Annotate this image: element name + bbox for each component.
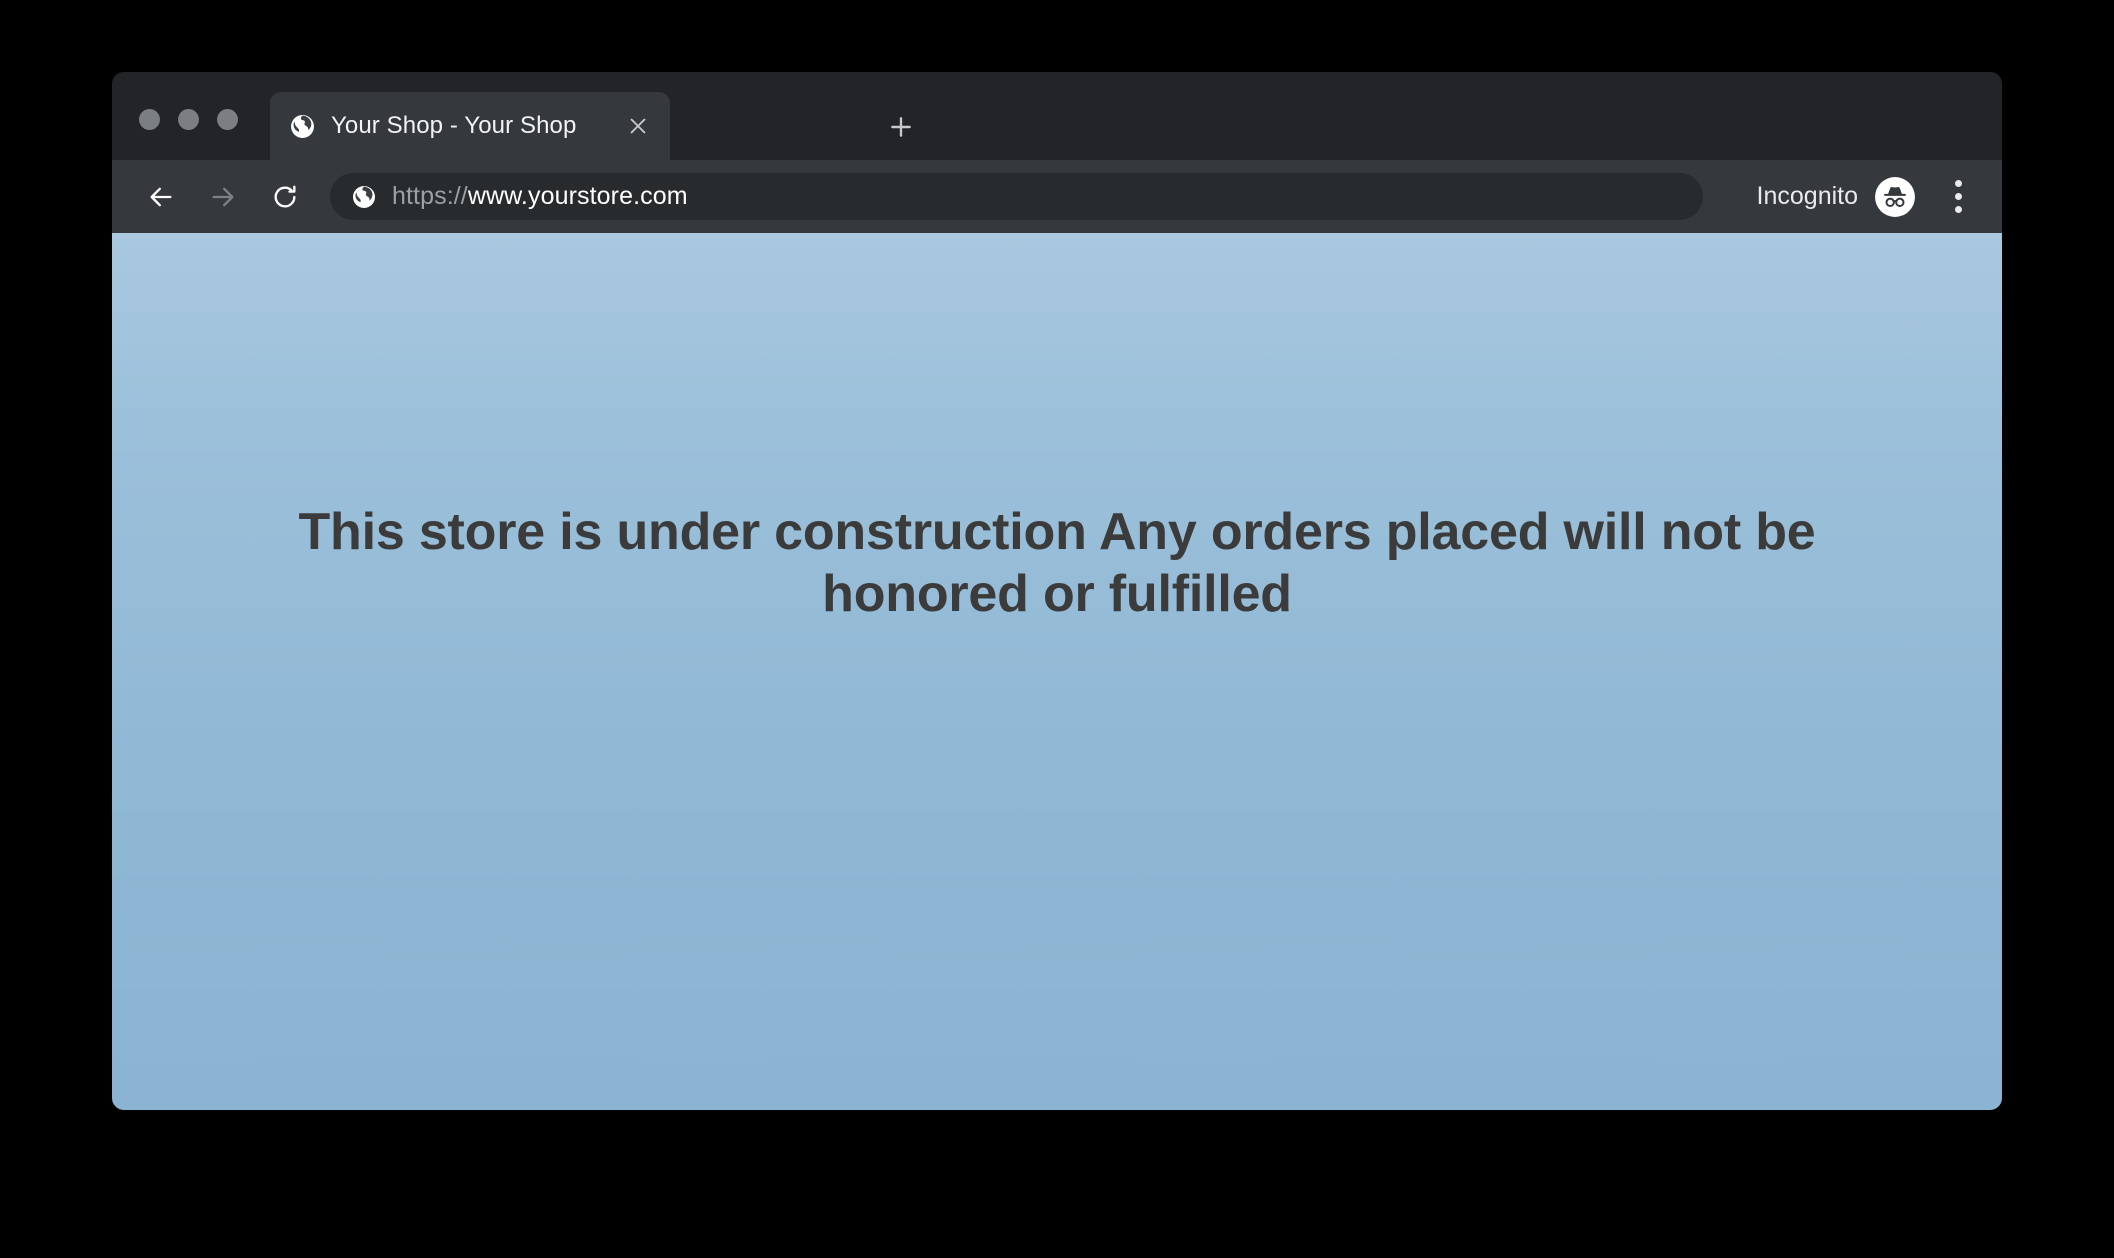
incognito-label: Incognito <box>1756 182 1858 210</box>
menu-dot <box>1954 206 1962 213</box>
forward-button[interactable] <box>200 174 246 220</box>
address-bar[interactable]: https://www.yourstore.com <box>330 173 1703 220</box>
back-button[interactable] <box>138 174 184 220</box>
close-icon <box>630 118 646 134</box>
menu-dot <box>1954 193 1962 200</box>
new-tab-button[interactable] <box>880 106 922 148</box>
browser-tab-active[interactable]: Your Shop - Your Shop <box>270 92 670 160</box>
arrow-right-icon <box>212 187 234 206</box>
window-zoom-button[interactable] <box>217 109 238 130</box>
page-viewport: This store is under construction Any ord… <box>112 233 2002 1110</box>
menu-dot <box>1954 180 1962 187</box>
traffic-lights <box>139 109 238 130</box>
incognito-icon[interactable] <box>1874 176 1916 218</box>
tab-title: Your Shop - Your Shop <box>331 112 577 139</box>
window-close-button[interactable] <box>139 109 160 130</box>
browser-window: Your Shop - Your Shop https://www.yourst… <box>112 72 2002 1110</box>
reload-icon <box>274 185 296 207</box>
toolbar-right-cluster: Incognito <box>1757 160 1980 233</box>
browser-toolbar: https://www.yourstore.com Incognito <box>112 160 2002 233</box>
tab-close-icon[interactable] <box>618 106 658 146</box>
tab-strip: Your Shop - Your Shop <box>112 72 2002 160</box>
globe-icon <box>291 114 314 138</box>
browser-menu-button[interactable] <box>1936 175 1980 219</box>
url-scheme: https:// <box>392 182 468 210</box>
address-bar-text: https://www.yourstore.com <box>392 182 688 211</box>
globe-icon <box>353 185 375 208</box>
reload-button[interactable] <box>262 174 308 220</box>
window-minimize-button[interactable] <box>178 109 199 130</box>
plus-icon <box>891 117 911 137</box>
arrow-left-icon <box>150 187 172 206</box>
url-host: www.yourstore.com <box>467 182 688 210</box>
store-construction-message: This store is under construction Any ord… <box>298 503 1816 624</box>
